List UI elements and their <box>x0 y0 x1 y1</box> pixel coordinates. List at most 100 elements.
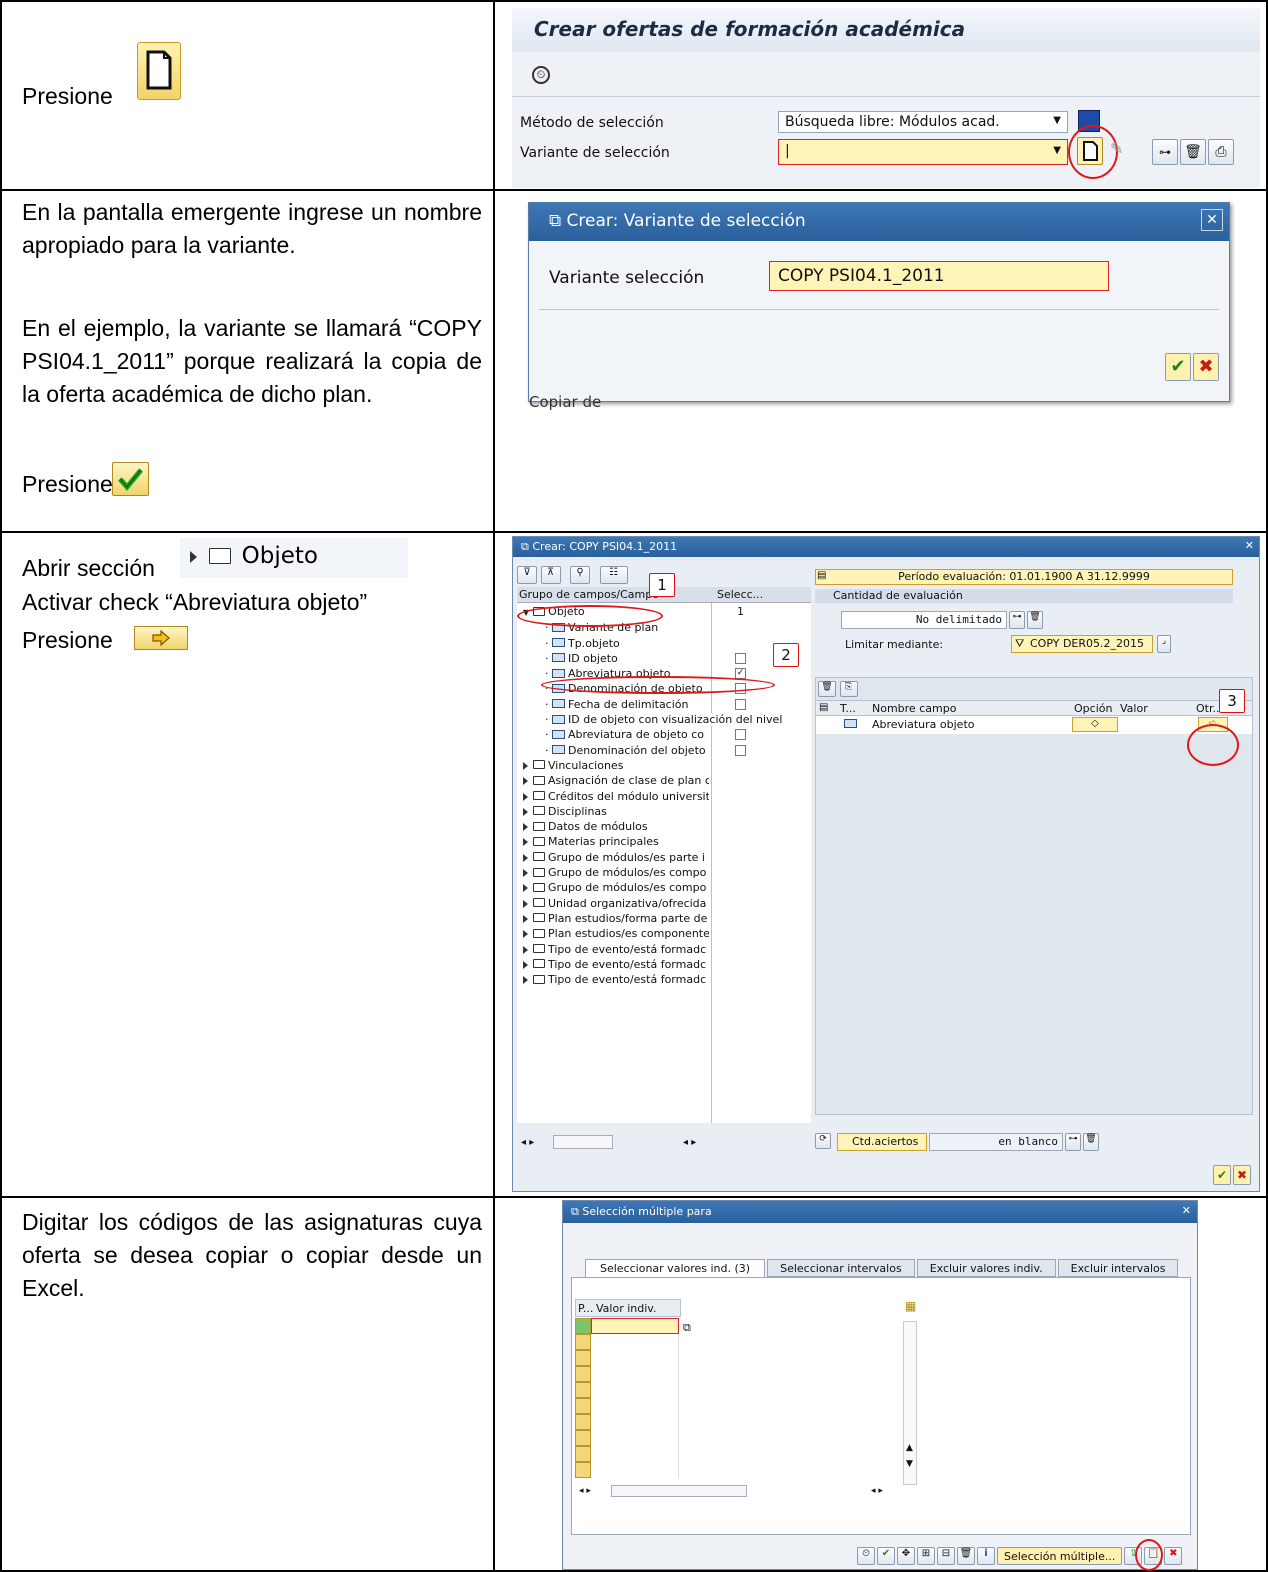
expand-arrow-icon[interactable] <box>523 945 528 954</box>
ctd-field[interactable]: en blanco <box>929 1133 1063 1151</box>
multiple-selection-button[interactable]: Selección múltiple... <box>997 1547 1123 1565</box>
objeto-field-7[interactable]: · Abreviatura de objeto co <box>517 727 811 743</box>
trash-icon[interactable]: 🗑 <box>1083 1133 1099 1151</box>
glasses-icon[interactable]: ⊶ <box>1152 139 1178 165</box>
limitar-field[interactable]: ⛛ COPY DER05.2_2015 <box>1011 635 1153 653</box>
collapse-all-icon[interactable]: ⊼ <box>540 566 561 584</box>
glasses-icon[interactable]: ⊶ <box>1009 611 1025 629</box>
variant-input[interactable]: | ▼ <box>778 139 1068 165</box>
close-icon[interactable]: ✕ <box>1201 209 1223 231</box>
tree-folder-2[interactable]: Créditos del módulo universit <box>517 789 709 804</box>
value-cell[interactable] <box>591 1350 679 1366</box>
confirm-button[interactable]: ✔ <box>1213 1165 1231 1185</box>
option-marker[interactable] <box>575 1398 591 1414</box>
tree-folder-13[interactable]: Tipo de evento/está formadc <box>517 957 709 972</box>
value-cell[interactable] <box>591 1318 679 1334</box>
tree-scrollbar[interactable]: ◂ ▸ ◂ ▸ <box>517 1131 811 1153</box>
option-marker[interactable] <box>575 1318 591 1334</box>
horizontal-scrollbar[interactable]: ◂ ▸ ◂ ▸ <box>575 1484 903 1498</box>
value-cell[interactable] <box>591 1398 679 1414</box>
expand-arrow-icon[interactable] <box>523 884 528 893</box>
delete-line-icon[interactable]: ⊟ <box>937 1547 955 1565</box>
expand-arrow-icon[interactable] <box>523 930 528 939</box>
value-row[interactable] <box>575 1366 679 1382</box>
select-checkbox[interactable] <box>735 729 746 741</box>
value-row[interactable] <box>575 1382 679 1398</box>
tab-intervals[interactable]: Seleccionar intervalos <box>767 1259 915 1277</box>
objeto-field-1[interactable]: · Tp.objeto <box>517 635 811 651</box>
trash-icon[interactable]: 🗑 <box>818 681 836 697</box>
find-icon[interactable]: ⚲ <box>570 566 590 584</box>
insert-line-icon[interactable]: ⊞ <box>917 1547 935 1565</box>
value-row[interactable] <box>575 1318 679 1334</box>
expand-arrow-icon[interactable] <box>523 869 528 878</box>
confirm-button[interactable]: ✔ <box>1165 353 1191 381</box>
expand-arrow-icon[interactable] <box>523 807 528 816</box>
value-row[interactable] <box>575 1350 679 1366</box>
tree-folder-10[interactable]: Plan estudios/forma parte de <box>517 911 709 926</box>
period-icon[interactable]: ▤ <box>817 570 826 581</box>
option-marker[interactable] <box>575 1430 591 1446</box>
option-marker[interactable] <box>575 1334 591 1350</box>
objeto-field-2[interactable]: · ID objeto <box>517 650 811 667</box>
tree-folder-14[interactable]: Tipo de evento/está formadc <box>517 972 709 987</box>
tree-folder-6[interactable]: Grupo de módulos/es parte i <box>517 850 709 865</box>
objeto-field-6[interactable]: · ID de objeto con visualización del niv… <box>517 712 811 727</box>
variant-name-input[interactable]: COPY PSI04.1_2011 <box>769 261 1109 291</box>
trash-icon[interactable]: 🗑 <box>1180 139 1206 165</box>
value-cell[interactable] <box>591 1414 679 1430</box>
value-cell[interactable] <box>591 1382 679 1398</box>
cancel-button[interactable]: ✖ <box>1233 1165 1251 1185</box>
expand-arrow-icon[interactable] <box>523 792 528 801</box>
dropdown-arrow-icon[interactable]: ▼ <box>1053 145 1061 156</box>
settings-icon[interactable]: ▦ <box>905 1299 916 1313</box>
no-delimitado-field[interactable]: No delimitado <box>841 611 1007 629</box>
objeto-field-8[interactable]: · Denominación del objeto <box>517 742 811 758</box>
expand-all-icon[interactable]: ⊽ <box>517 566 537 584</box>
scroll-down-icon[interactable]: ▼ <box>906 1459 913 1469</box>
ctd-button[interactable]: Ctd.aciertos <box>837 1133 927 1151</box>
refresh-icon[interactable]: ⟳ <box>815 1133 831 1149</box>
expand-arrow-icon[interactable] <box>523 914 528 923</box>
pencil-icon[interactable]: ✎ <box>1110 139 1128 163</box>
tree-folder-11[interactable]: Plan estudios/es componente <box>517 926 709 941</box>
tab-exclude-values[interactable]: Excluir valores indiv. <box>916 1259 1056 1277</box>
expand-arrow-icon[interactable] <box>523 777 528 786</box>
value-cell[interactable] <box>591 1366 679 1382</box>
select-checkbox[interactable] <box>735 652 746 664</box>
grid-select-all-icon[interactable]: ▤ <box>819 702 828 713</box>
value-cell[interactable] <box>591 1334 679 1350</box>
expand-arrow-icon[interactable] <box>523 960 528 969</box>
value-cell[interactable] <box>591 1446 679 1462</box>
close-icon[interactable]: ✕ <box>1182 1204 1191 1217</box>
f4-help-icon[interactable]: ⌟ <box>1157 635 1171 653</box>
cancel-icon[interactable]: ✖ <box>1164 1547 1183 1565</box>
option-marker[interactable] <box>575 1366 591 1382</box>
multiple-icon[interactable]: ✥ <box>897 1547 915 1565</box>
tree-folder-5[interactable]: Materias principales <box>517 834 709 849</box>
trash-icon[interactable]: 🗑 <box>1027 611 1043 629</box>
check-icon[interactable]: ✔ <box>877 1547 895 1565</box>
tree-folder-4[interactable]: Datos de módulos <box>517 819 709 834</box>
info-icon[interactable]: i <box>977 1547 995 1565</box>
option-marker[interactable] <box>575 1382 591 1398</box>
value-row[interactable] <box>575 1462 679 1478</box>
grid-data-row[interactable]: Abreviatura objeto ◇ ➪ <box>816 716 1252 734</box>
trash-icon[interactable]: 🗑 <box>957 1547 975 1565</box>
scroll-up-icon[interactable]: ▲ <box>906 1443 913 1453</box>
option-marker[interactable] <box>575 1350 591 1366</box>
value-cell[interactable] <box>591 1462 679 1478</box>
value-row[interactable] <box>575 1414 679 1430</box>
tree-folder-0[interactable]: Vinculaciones <box>517 758 709 773</box>
expand-arrow-icon[interactable] <box>523 899 528 908</box>
print-icon[interactable]: ⎙ <box>1208 139 1234 165</box>
tree-folder-7[interactable]: Grupo de módulos/es compo <box>517 865 709 880</box>
value-cell[interactable] <box>591 1430 679 1446</box>
tree-folder-12[interactable]: Tipo de evento/está formadc <box>517 942 709 957</box>
select-checkbox[interactable] <box>735 698 746 710</box>
method-select[interactable]: Búsqueda libre: Módulos acad. ▼ <box>778 111 1068 133</box>
expand-arrow-icon[interactable] <box>523 761 528 770</box>
expand-arrow-icon[interactable] <box>523 976 528 985</box>
execute-icon[interactable]: ⏲ <box>532 66 550 84</box>
copy-icon[interactable]: ⧉ <box>683 1321 691 1335</box>
